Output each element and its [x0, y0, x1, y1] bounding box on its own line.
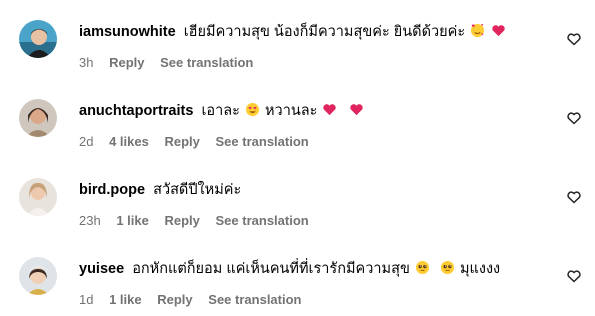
comment-username[interactable]: iamsunowhite	[79, 24, 176, 40]
comment-item: iamsunowhite เฮียมีความสุข น้องก็มีความส…	[0, 0, 595, 79]
comment-text: เฮียมีความสุข น้องก็มีความสุขค่ะ ยินดีด้…	[183, 24, 466, 40]
heart-outline-icon[interactable]	[566, 189, 582, 205]
comment-time: 23h	[79, 213, 101, 228]
avatar[interactable]	[19, 99, 57, 137]
heart-outline-icon[interactable]	[566, 31, 582, 47]
comment-text: มุแงงง	[459, 261, 501, 277]
see-translation-button[interactable]: See translation	[216, 213, 309, 228]
comment-time: 2d	[79, 134, 94, 149]
reply-button[interactable]: Reply	[157, 292, 192, 307]
comment-username[interactable]: anuchtaportraits	[79, 103, 193, 119]
comment-item: anuchtaportraits เอาละ หวานละ 2d 4 likes…	[0, 79, 595, 158]
heart-outline-icon[interactable]	[566, 268, 582, 284]
avatar[interactable]	[19, 257, 57, 295]
comment-username[interactable]: bird.pope	[79, 182, 145, 198]
comment-text-line: yuisee อกหักแต่ก็ยอม แค่เห็นคนที่ที่เราร…	[79, 260, 500, 278]
reply-button[interactable]: Reply	[164, 213, 199, 228]
comment-item: yuisee อกหักแต่ก็ยอม แค่เห็นคนที่ที่เราร…	[0, 237, 595, 316]
comment-meta: 2d 4 likes Reply See translation	[79, 134, 321, 150]
red-heart-icon	[491, 23, 506, 38]
reply-button[interactable]: Reply	[109, 55, 144, 70]
comment-text-line: bird.pope สวัสดีปีใหม่ค่ะ	[79, 181, 241, 199]
heart-eyes-icon	[245, 102, 260, 117]
comment-text: เอาละ	[201, 103, 240, 119]
likes-count[interactable]: 1 like	[109, 292, 142, 307]
comment-time: 1d	[79, 292, 94, 307]
comment-time: 3h	[79, 55, 94, 70]
red-heart-icon	[322, 102, 337, 117]
comment-text-line: iamsunowhite เฮียมีความสุข น้องก็มีความส…	[79, 23, 507, 41]
comment-text: สวัสดีปีใหม่ค่ะ	[153, 182, 242, 198]
see-translation-button[interactable]: See translation	[160, 55, 253, 70]
reply-button[interactable]: Reply	[164, 134, 199, 149]
red-heart-icon	[349, 102, 364, 117]
comment-meta: 23h 1 like Reply See translation	[79, 213, 321, 229]
comment-username[interactable]: yuisee	[79, 261, 124, 277]
comment-text: อกหักแต่ก็ยอม แค่เห็นคนที่ที่เรารักมีควา…	[132, 261, 410, 277]
comment-meta: 1d 1 like Reply See translation	[79, 292, 313, 308]
smiling-face-with-hearts-icon	[470, 23, 485, 38]
pleading-face-icon	[415, 260, 430, 275]
see-translation-button[interactable]: See translation	[216, 134, 309, 149]
likes-count[interactable]: 1 like	[116, 213, 149, 228]
comment-text-line: anuchtaportraits เอาละ หวานละ	[79, 102, 365, 120]
likes-count[interactable]: 4 likes	[109, 134, 149, 149]
comment-meta: 3h Reply See translation	[79, 55, 265, 71]
avatar[interactable]	[19, 20, 57, 58]
comment-text: หวานละ	[265, 103, 318, 119]
heart-outline-icon[interactable]	[566, 110, 582, 126]
pleading-face-icon	[440, 260, 455, 275]
comment-item: bird.pope สวัสดีปีใหม่ค่ะ 23h 1 like Rep…	[0, 158, 595, 237]
see-translation-button[interactable]: See translation	[208, 292, 301, 307]
avatar[interactable]	[19, 178, 57, 216]
